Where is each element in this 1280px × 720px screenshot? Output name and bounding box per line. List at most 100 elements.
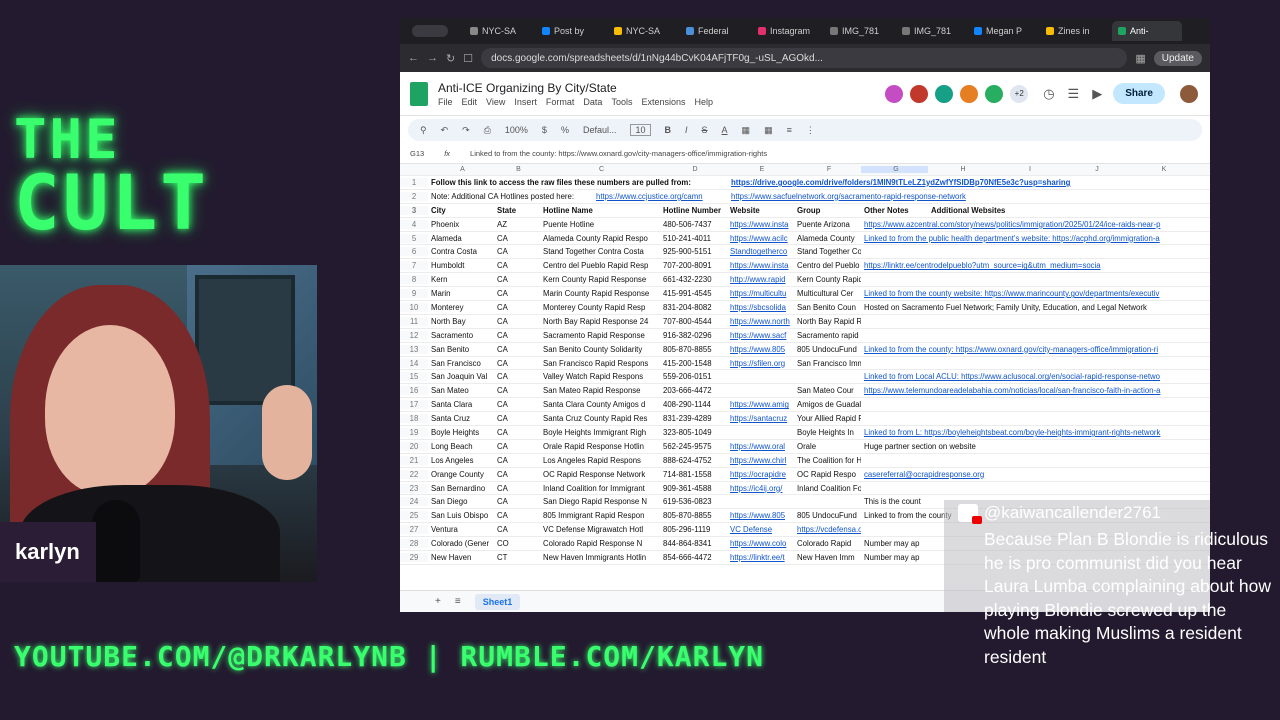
table-cell[interactable]: Colorado Rapid <box>794 539 861 548</box>
name-box[interactable]: G13 <box>410 149 424 158</box>
table-cell[interactable]: 408-290-1144 <box>660 400 727 409</box>
align-icon[interactable]: ≡ <box>787 125 792 135</box>
row-number[interactable]: 19 <box>400 427 428 437</box>
table-cell[interactable]: Colorado (Gener <box>428 539 494 548</box>
back-icon[interactable]: ← <box>408 52 419 64</box>
table-cell[interactable]: Orale Rapid Response Hotlin <box>540 442 660 451</box>
table-cell[interactable]: Monterey <box>428 303 494 312</box>
table-cell[interactable]: Monterey County Rapid Resp <box>540 303 660 312</box>
all-sheets-icon[interactable]: ≡ <box>455 596 461 607</box>
table-cell[interactable]: CA <box>494 261 540 270</box>
row-number[interactable]: 21 <box>400 455 428 465</box>
table-cell[interactable]: https://www.805 <box>727 511 794 520</box>
table-cell[interactable]: Humboldt <box>428 261 494 270</box>
table-cell[interactable]: Kern <box>428 275 494 284</box>
table-cell[interactable]: Your Allied Rapid Response for Santa Cru… <box>794 414 861 423</box>
table-cell[interactable]: New Haven Imm <box>794 553 861 562</box>
table-cell[interactable]: AZ <box>494 220 540 229</box>
table-cell[interactable]: Kern County Rapid Response Network of Ke… <box>794 275 861 284</box>
browser-tab[interactable]: IMG_781 <box>824 21 894 41</box>
extensions-icon[interactable]: ▦ <box>1135 52 1145 65</box>
table-cell[interactable]: San Benito Coun <box>794 303 861 312</box>
table-cell[interactable]: 559-206-0151 <box>660 372 727 381</box>
table-cell[interactable]: Orale <box>794 442 861 451</box>
table-cell[interactable]: Sacramento Rapid Response <box>540 331 660 340</box>
row-number[interactable]: 5 <box>400 233 428 243</box>
font-size-input[interactable]: 10 <box>630 124 651 136</box>
browser-tab[interactable]: Instagram <box>752 21 822 41</box>
table-cell[interactable]: https://www.telemundoareadelabahia.com/n… <box>861 386 1201 395</box>
italic-icon[interactable]: I <box>685 125 688 135</box>
browser-tab-active[interactable]: Anti- <box>1112 21 1182 41</box>
percent-icon[interactable]: % <box>561 125 569 135</box>
sheet-tab[interactable]: Sheet1 <box>474 593 521 610</box>
table-cell[interactable]: San Francisco Immigrant Legal & Educatio… <box>794 359 861 368</box>
table-cell[interactable]: 415-991-4545 <box>660 289 727 298</box>
table-cell[interactable]: Alameda County Rapid Respo <box>540 234 660 243</box>
table-cell-link[interactable]: https://drive.google.com/drive/folders/1… <box>728 178 1208 187</box>
browser-tab[interactable]: NYC-SA <box>608 21 678 41</box>
table-cell[interactable]: New Haven Immigrants Hotlin <box>540 553 660 562</box>
table-cell[interactable]: Contra Costa <box>428 247 494 256</box>
table-cell[interactable]: 805-296-1119 <box>660 525 727 534</box>
column-title[interactable]: Group <box>794 206 861 215</box>
table-cell[interactable]: 831-239-4289 <box>660 414 727 423</box>
table-cell[interactable]: Huge partner section on website <box>861 442 1201 451</box>
table-cell[interactable]: Centro del Pueblo Rapid Resp <box>540 261 660 270</box>
table-cell[interactable]: 909-361-4588 <box>660 484 727 493</box>
table-cell[interactable]: CA <box>494 234 540 243</box>
table-cell[interactable]: Standtogetherco <box>727 247 794 256</box>
column-header[interactable]: G <box>861 166 928 173</box>
table-cell[interactable]: Linked to from the public health departm… <box>861 234 1201 243</box>
table-cell[interactable]: Marin <box>428 289 494 298</box>
table-cell[interactable]: CA <box>494 303 540 312</box>
table-cell[interactable]: 844-864-8341 <box>660 539 727 548</box>
sheets-logo-icon[interactable] <box>410 81 428 106</box>
table-cell[interactable]: CA <box>494 470 540 479</box>
row-number[interactable]: 6 <box>400 247 428 257</box>
row-number[interactable]: 4 <box>400 219 428 229</box>
table-cell[interactable]: 805 Immigrant Rapid Respon <box>540 511 660 520</box>
table-cell[interactable]: Sacramento <box>428 331 494 340</box>
table-cell[interactable]: San Francisco Rapid Respons <box>540 359 660 368</box>
more-collaborators-badge[interactable]: +2 <box>1008 82 1031 105</box>
table-cell[interactable]: Sacramento rapid response network <box>794 331 861 340</box>
table-cell[interactable]: Stand Together Costa County Public Defen… <box>794 247 861 256</box>
table-cell[interactable]: Stand Together Contra Costa <box>540 247 660 256</box>
table-cell[interactable]: CA <box>494 525 540 534</box>
table-cell[interactable]: https://www.north <box>727 317 794 326</box>
column-title[interactable]: Additional Websites <box>928 206 1068 215</box>
table-cell[interactable]: 805-870-8855 <box>660 345 727 354</box>
table-cell[interactable]: Hosted on Sacramento Fuel Network; Famil… <box>861 303 1201 312</box>
table-cell[interactable]: Marin County Rapid Response <box>540 289 660 298</box>
table-cell[interactable]: https://sfilen.org <box>727 359 794 368</box>
row-number[interactable]: 28 <box>400 539 428 549</box>
table-cell[interactable]: San Benito <box>428 345 494 354</box>
menu-view[interactable]: View <box>486 97 505 107</box>
table-cell[interactable]: CA <box>494 428 540 437</box>
table-cell-link[interactable]: https://www.ccjustice.org/camn <box>593 192 728 201</box>
table-cell[interactable]: http://www.rapid <box>727 275 794 284</box>
document-title[interactable]: Anti-ICE Organizing By City/State <box>438 81 713 95</box>
column-header[interactable]: C <box>540 166 660 173</box>
meet-icon[interactable]: ▶ <box>1092 86 1102 102</box>
table-cell[interactable]: 805 UndocuFund <box>794 511 861 520</box>
menu-help[interactable]: Help <box>694 97 713 107</box>
zoom-select[interactable]: 100% <box>505 125 528 135</box>
add-sheet-icon[interactable]: + <box>435 596 441 607</box>
table-cell[interactable]: Boyle Heights <box>428 428 494 437</box>
column-header[interactable]: H <box>928 166 995 173</box>
table-cell[interactable]: Santa Clara <box>428 400 494 409</box>
table-cell[interactable]: casereferral@ocrapidresponse.org <box>861 470 1201 479</box>
table-cell[interactable]: San Francisco <box>428 359 494 368</box>
browser-tab[interactable]: Federal <box>680 21 750 41</box>
table-cell[interactable]: Ventura <box>428 525 494 534</box>
table-cell[interactable]: https://linktr.ee/t <box>727 553 794 562</box>
browser-tab[interactable]: Zines in <box>1040 21 1110 41</box>
table-cell[interactable]: https://www.colo <box>727 539 794 548</box>
table-cell[interactable]: CA <box>494 247 540 256</box>
table-cell[interactable]: San Mateo Cour <box>794 386 861 395</box>
table-cell[interactable]: North Bay <box>428 317 494 326</box>
print-icon[interactable]: ⎙ <box>484 125 491 136</box>
table-cell[interactable]: CA <box>494 497 540 506</box>
